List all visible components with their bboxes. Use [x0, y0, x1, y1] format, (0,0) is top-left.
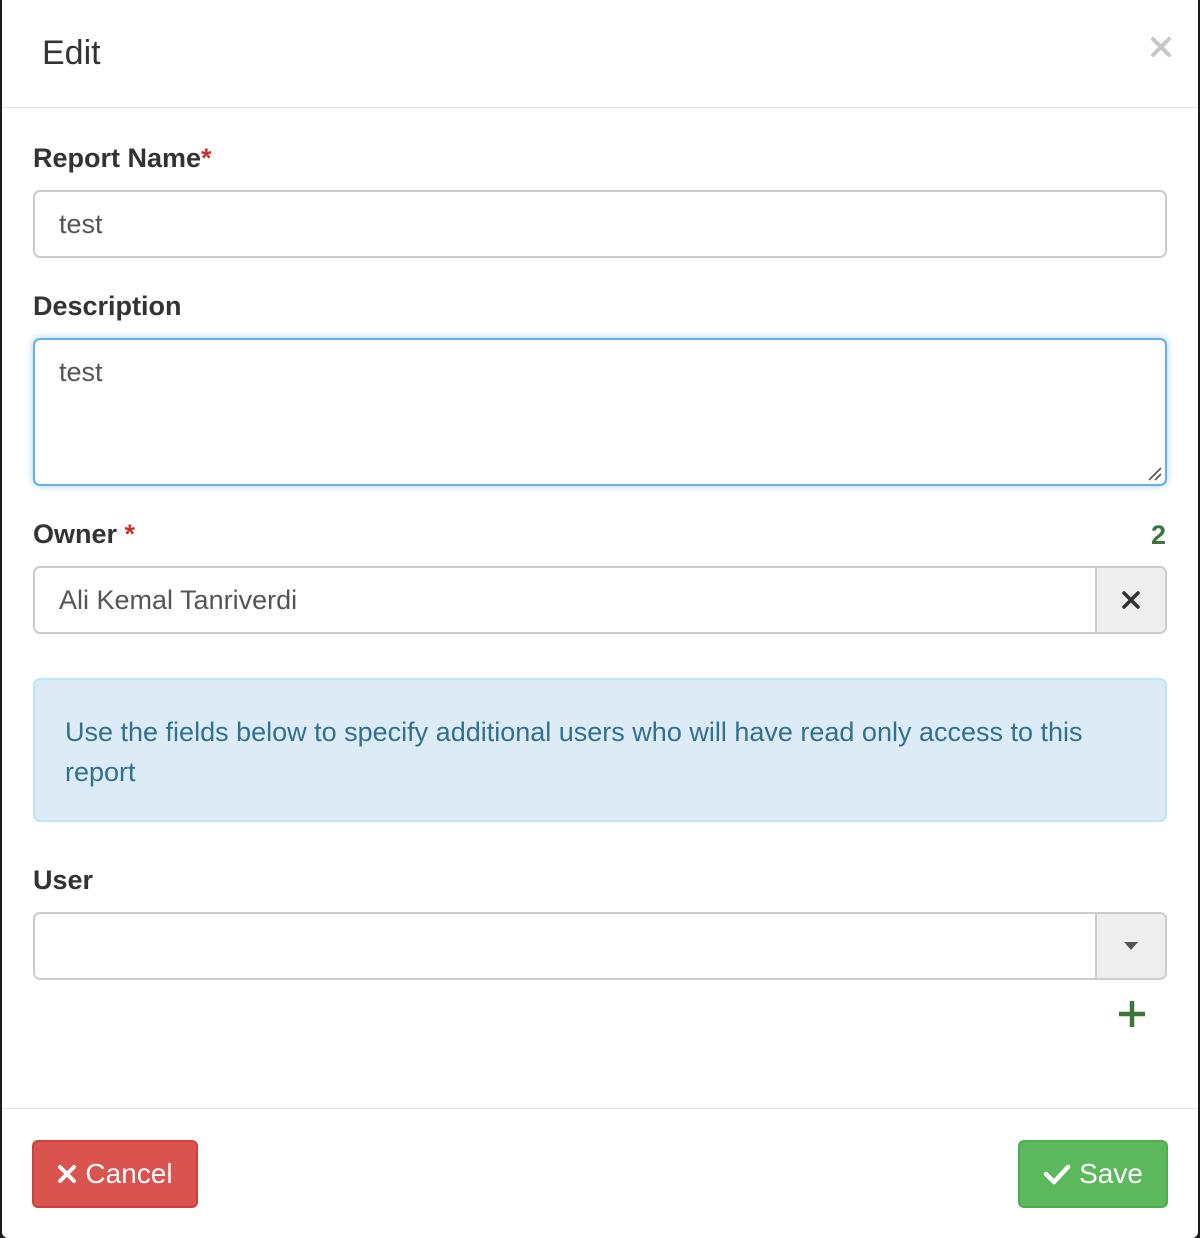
clear-icon — [1122, 591, 1140, 609]
description-textarea[interactable]: test — [33, 338, 1167, 486]
cancel-button[interactable]: Cancel — [32, 1140, 198, 1208]
report-name-label-text: Report Name — [33, 143, 202, 173]
check-icon — [1043, 1164, 1071, 1185]
required-asterisk: * — [201, 143, 212, 173]
info-alert: Use the fields below to specify addition… — [33, 678, 1167, 822]
report-name-value: test — [59, 209, 103, 239]
save-label: Save — [1079, 1158, 1143, 1189]
close-button[interactable] — [1144, 30, 1178, 64]
owner-label: Owner * — [33, 519, 135, 550]
dialog-footer: Cancel Save — [2, 1108, 1198, 1238]
description-value: test — [59, 357, 103, 387]
save-button[interactable]: Save — [1018, 1140, 1168, 1208]
plus-icon — [1119, 1001, 1145, 1027]
report-name-label: Report Name* — [33, 143, 212, 174]
owner-count: 2 — [1150, 520, 1166, 550]
dialog-title: Edit — [42, 34, 101, 72]
cancel-label: Cancel — [85, 1158, 173, 1189]
owner-select[interactable]: Ali Kemal Tanriverdi — [33, 566, 1167, 634]
resize-grip-icon[interactable] — [1145, 464, 1163, 482]
user-select[interactable] — [33, 912, 1167, 980]
report-name-input[interactable]: test — [33, 190, 1167, 258]
required-asterisk: * — [124, 519, 136, 549]
close-icon — [1151, 37, 1171, 57]
x-icon — [58, 1165, 77, 1183]
edit-dialog: Edit Report Name* test Description test … — [2, 0, 1198, 1238]
user-label: User — [33, 865, 94, 895]
info-text: Use the fields below to specify addition… — [65, 717, 1083, 787]
caret-down-icon — [1124, 942, 1138, 950]
description-label: Description — [33, 291, 182, 321]
user-dropdown-button[interactable] — [1095, 914, 1165, 978]
owner-clear-button[interactable] — [1095, 568, 1165, 632]
dialog-header: Edit — [2, 0, 1198, 108]
owner-value: Ali Kemal Tanriverdi — [59, 585, 298, 615]
owner-label-text: Owner — [33, 519, 118, 549]
add-user-button[interactable] — [1114, 996, 1150, 1032]
